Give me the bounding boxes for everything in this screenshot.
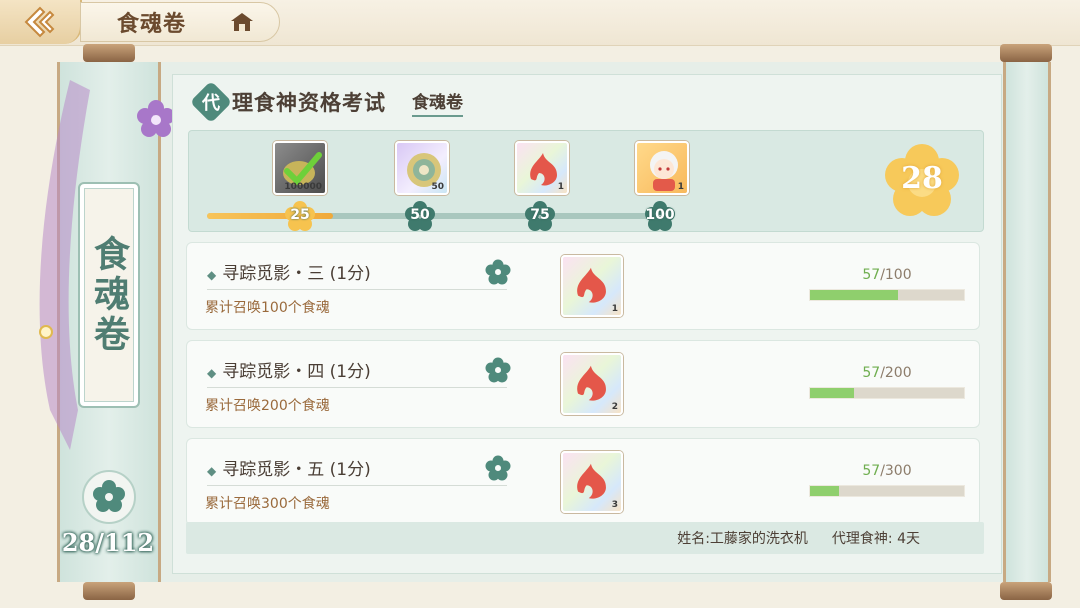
exam-title-badge: 代 (189, 80, 233, 124)
player-info-footer: 姓名:工藤家的洗衣机 代理食神: 4天 (186, 522, 984, 554)
task-description: 累计召唤100个食魂 (205, 300, 330, 316)
task-name-text: 寻踪觅影・三 (1分) (222, 264, 371, 284)
scroll-rod-top-right (1000, 44, 1052, 62)
back-button[interactable] (0, 0, 82, 44)
milestone-node-label: 50 (410, 207, 430, 223)
milestone-reward-qty: 50 (431, 182, 444, 192)
home-icon[interactable] (230, 12, 254, 32)
milestone-reward-2[interactable]: 50 (395, 141, 449, 195)
exam-title-badge-text: 代 (202, 93, 220, 114)
task-progress-current: 57 (862, 365, 881, 381)
task-name-text: 寻踪觅影・四 (1分) (222, 362, 371, 382)
back-arrow-icon (24, 6, 55, 38)
task-row: ◆ 寻踪觅影・五 (1分) 累计召唤300个食魂 3 57/300 (186, 438, 980, 526)
milestone-reward-qty: 1 (557, 182, 564, 192)
current-score: 28 (901, 161, 943, 196)
scroll-rod-top-left (83, 44, 135, 62)
task-reward-qty: 1 (611, 304, 618, 314)
collection-count: 28/112 (61, 528, 155, 557)
task-flower-icon (485, 357, 511, 383)
task-progress-current: 57 (862, 463, 881, 479)
task-progress-bar (809, 289, 965, 301)
task-row: ◆ 寻踪觅影・三 (1分) 累计召唤100个食魂 1 57/100 (186, 242, 980, 330)
task-reward-qty: 2 (611, 402, 618, 412)
milestone-node-label: 75 (530, 207, 550, 223)
task-name-text: 寻踪觅影・五 (1分) (222, 460, 371, 480)
player-name: 姓名:工藤家的洗衣机 (677, 531, 808, 547)
milestone-node-label: 100 (645, 207, 675, 223)
divider (207, 485, 507, 486)
milestone-node-label: 25 (290, 207, 310, 223)
page-title: 食魂卷 (117, 12, 187, 37)
milestone-reward-1[interactable]: 100000 (273, 141, 327, 195)
task-flower-icon (485, 259, 511, 285)
task-progress-text: 57/200 (809, 365, 965, 381)
task-progress-text: 57/300 (809, 463, 965, 479)
milestone-strip: 100000 50 1 1 25 50 75 100 28 (188, 130, 984, 232)
milestone-reward-qty: 1 (677, 182, 684, 192)
milestone-reward-4[interactable]: 1 (635, 141, 689, 195)
task-progress-bar (809, 485, 965, 497)
top-bar: 食魂卷 (0, 0, 1080, 46)
divider (207, 387, 507, 388)
milestone-reward-3[interactable]: 1 (515, 141, 569, 195)
task-name: ◆ 寻踪觅影・三 (1分) (207, 259, 371, 284)
task-progress-bar (809, 387, 965, 399)
exam-title: 代 理食神资格考试 食魂卷 (189, 80, 463, 124)
flower-emblem (82, 470, 136, 524)
milestone-reward-qty: 100000 (284, 182, 322, 192)
task-reward-item[interactable]: 1 (561, 255, 623, 317)
task-progress-text: 57/100 (809, 267, 965, 283)
task-progress-target: /200 (880, 365, 912, 381)
exam-subtitle-tab[interactable]: 食魂卷 (412, 88, 463, 117)
task-flower-icon (485, 455, 511, 481)
task-reward-item[interactable]: 3 (561, 451, 623, 513)
task-description: 累计召唤300个食魂 (205, 496, 330, 512)
category-label: 食魂卷 (88, 235, 130, 355)
diamond-bullet-icon: ◆ (207, 268, 217, 282)
task-progress-target: /300 (880, 463, 912, 479)
agent-role-duration: 代理食神: 4天 (831, 531, 920, 547)
diamond-bullet-icon: ◆ (207, 464, 217, 478)
task-name: ◆ 寻踪觅影・四 (1分) (207, 357, 371, 382)
category-plate: 食魂卷 (78, 182, 140, 408)
task-progress-fill (810, 486, 840, 496)
exam-title-text: 理食神资格考试 (232, 91, 386, 115)
task-reward-qty: 3 (611, 500, 618, 510)
task-row: ◆ 寻踪觅影・四 (1分) 累计召唤200个食魂 2 57/200 (186, 340, 980, 428)
divider (207, 289, 507, 290)
scroll-rod-bottom-right (1000, 582, 1052, 600)
task-name: ◆ 寻踪觅影・五 (1分) (207, 455, 371, 480)
task-progress-fill (810, 290, 898, 300)
task-progress-fill (810, 388, 854, 398)
flower-emblem-icon (93, 480, 125, 512)
right-scroll-panel (1003, 62, 1051, 582)
diamond-bullet-icon: ◆ (207, 366, 217, 380)
task-progress-current: 57 (862, 267, 881, 283)
task-reward-item[interactable]: 2 (561, 353, 623, 415)
task-description: 累计召唤200个食魂 (205, 398, 330, 414)
scroll-rod-bottom-left (83, 582, 135, 600)
task-progress-target: /100 (880, 267, 912, 283)
